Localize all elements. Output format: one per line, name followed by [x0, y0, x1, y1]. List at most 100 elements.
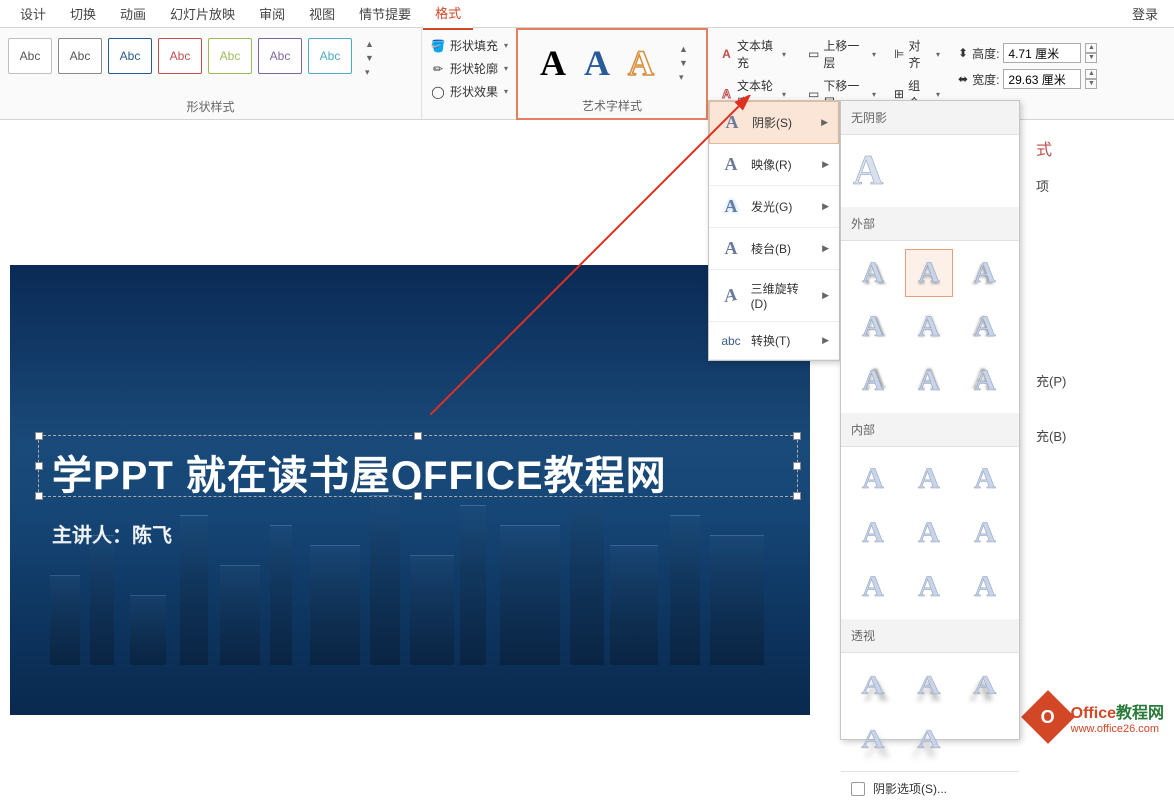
shape-style-1[interactable]: Abc	[8, 38, 52, 74]
inner-shadow-9[interactable]: A	[961, 563, 1009, 611]
outer-shadow-7[interactable]: A	[849, 357, 897, 405]
fx-reflection[interactable]: A 映像(R) ▶	[709, 144, 839, 186]
shape-style-5[interactable]: Abc	[208, 38, 252, 74]
fx-reflection-label: 映像(R)	[751, 156, 792, 173]
group-icon: ⊞	[894, 87, 904, 101]
outer-shadow-2[interactable]: A	[905, 249, 953, 297]
format-pane-fill-b[interactable]: 充(B)	[1024, 418, 1174, 453]
format-pane-item1[interactable]: 项	[1024, 168, 1174, 203]
shadow-options-label: 阴影选项(S)...	[873, 780, 947, 797]
outer-header: 外部	[841, 207, 1019, 241]
outer-shadow-8[interactable]: A	[905, 357, 953, 405]
chevron-right-icon: ▶	[822, 335, 829, 346]
shape-style-7[interactable]: Abc	[308, 38, 352, 74]
bring-forward-button[interactable]: ▭上移一层▾	[808, 34, 876, 74]
wordart-style-1[interactable]: A	[540, 42, 566, 84]
tab-format[interactable]: 格式	[423, 0, 473, 30]
shape-style-6[interactable]: Abc	[258, 38, 302, 74]
text-fill-button[interactable]: A 文本填充▾	[716, 34, 790, 74]
shape-fill-label: 形状填充	[450, 37, 498, 54]
fx-bevel-label: 棱台(B)	[751, 240, 791, 257]
office-badge-icon: O	[1021, 690, 1075, 744]
wordart-styles-group: A A A ▲▼▾ 艺术字样式	[516, 28, 708, 120]
chevron-right-icon: ▶	[822, 243, 829, 254]
watermark-logo: O Office教程网 www.office26.com	[1029, 698, 1164, 736]
tab-design[interactable]: 设计	[8, 0, 58, 29]
height-spinner[interactable]: ▲▼	[1085, 43, 1097, 63]
inner-shadow-2[interactable]: A	[905, 455, 953, 503]
inner-shadow-5[interactable]: A	[905, 509, 953, 557]
outer-shadow-3[interactable]: A	[961, 249, 1009, 297]
paint-bucket-icon: 🪣	[430, 38, 446, 54]
outer-shadow-4[interactable]: A	[849, 303, 897, 351]
inner-shadow-4[interactable]: A	[849, 509, 897, 557]
shape-style-4[interactable]: Abc	[158, 38, 202, 74]
shape-fill-button[interactable]: 🪣 形状填充▾	[430, 34, 508, 57]
wordart-style-3[interactable]: A	[628, 42, 654, 84]
outer-shadow-5[interactable]: A	[905, 303, 953, 351]
inner-shadow-7[interactable]: A	[849, 563, 897, 611]
outer-shadow-1[interactable]: A	[849, 249, 897, 297]
fx-3d-rotation[interactable]: A 三维旋转(D) ▶	[709, 270, 839, 322]
shape-format-group: 🪣 形状填充▾ ✏ 形状轮廓▾ ◯ 形状效果▾	[424, 30, 514, 107]
perspective-shadow-4[interactable]: A	[849, 715, 897, 763]
width-label: 宽度:	[972, 71, 999, 88]
no-shadow-option[interactable]: A	[853, 148, 883, 194]
inner-shadow-1[interactable]: A	[849, 455, 897, 503]
wordart-style-2[interactable]: A	[584, 42, 610, 84]
layer-up-icon: ▭	[808, 47, 819, 61]
tab-view[interactable]: 视图	[297, 0, 347, 29]
width-spinner[interactable]: ▲▼	[1085, 69, 1097, 89]
text-effects-menu: A 阴影(S) ▶ A 映像(R) ▶ A 发光(G) ▶ A 棱台(B) ▶ …	[708, 100, 840, 361]
fx-glow[interactable]: A 发光(G) ▶	[709, 186, 839, 228]
shape-style-more[interactable]: ▲▼▾	[358, 38, 377, 79]
tab-slideshow[interactable]: 幻灯片放映	[158, 0, 247, 29]
outer-shadow-9[interactable]: A	[961, 357, 1009, 405]
shape-outline-button[interactable]: ✏ 形状轮廓▾	[430, 57, 508, 80]
layer-down-icon: ▭	[808, 87, 819, 101]
shape-style-2[interactable]: Abc	[58, 38, 102, 74]
wordart-more[interactable]: ▲▼▾	[672, 43, 691, 84]
ribbon-tabs: 设计 切换 动画 幻灯片放映 审阅 视图 情节提要 格式 登录	[0, 0, 1174, 28]
wm-url: www.office26.com	[1071, 723, 1164, 735]
fx-transform[interactable]: abc 转换(T) ▶	[709, 322, 839, 360]
fx-transform-label: 转换(T)	[751, 332, 790, 349]
align-label: 对齐	[908, 37, 930, 71]
chevron-right-icon: ▶	[822, 290, 829, 301]
shadow-gallery: 无阴影 A 外部 A A A A A A A A A 内部 A A A A A …	[840, 100, 1020, 740]
slide-title[interactable]: 学PPT 就在读书屋OFFICE教程网	[52, 443, 667, 501]
rotation-3d-icon: A	[719, 283, 743, 308]
perspective-shadow-2[interactable]: A	[905, 661, 953, 709]
slide-subtitle[interactable]: 主讲人：陈飞	[52, 519, 172, 548]
reflection-icon: A	[719, 154, 743, 175]
tab-review[interactable]: 审阅	[247, 0, 297, 29]
inner-shadow-6[interactable]: A	[961, 509, 1009, 557]
width-input[interactable]	[1003, 69, 1081, 89]
height-input[interactable]	[1003, 43, 1081, 63]
slide[interactable]: 学PPT 就在读书屋OFFICE教程网 主讲人：陈飞	[10, 265, 810, 715]
shadow-options[interactable]: 阴影选项(S)...	[841, 771, 1019, 805]
shape-outline-label: 形状轮廓	[450, 60, 498, 77]
align-button[interactable]: ⊫对齐▾	[894, 34, 940, 74]
perspective-header: 透视	[841, 619, 1019, 653]
size-group: ⬍ 高度: ▲▼ ⬌ 宽度: ▲▼	[952, 34, 1103, 98]
tab-transition[interactable]: 切换	[58, 0, 108, 29]
format-pane-fill-p[interactable]: 充(P)	[1024, 363, 1174, 398]
perspective-shadow-1[interactable]: A	[849, 661, 897, 709]
login-link[interactable]: 登录	[1132, 4, 1174, 23]
bring-forward-label: 上移一层	[823, 37, 866, 71]
fx-bevel[interactable]: A 棱台(B) ▶	[709, 228, 839, 270]
shape-effects-button[interactable]: ◯ 形状效果▾	[430, 80, 508, 103]
inner-shadow-8[interactable]: A	[905, 563, 953, 611]
fx-shadow[interactable]: A 阴影(S) ▶	[709, 101, 839, 144]
inner-shadow-3[interactable]: A	[961, 455, 1009, 503]
outer-shadow-6[interactable]: A	[961, 303, 1009, 351]
shape-styles-label: 形状样式	[8, 96, 413, 117]
perspective-shadow-5[interactable]: A	[905, 715, 953, 763]
perspective-shadow-3[interactable]: A	[961, 661, 1009, 709]
shape-style-3[interactable]: Abc	[108, 38, 152, 74]
width-icon: ⬌	[958, 72, 968, 86]
tab-storyboard[interactable]: 情节提要	[347, 0, 423, 29]
tab-animation[interactable]: 动画	[108, 0, 158, 29]
transform-icon: abc	[719, 334, 743, 348]
